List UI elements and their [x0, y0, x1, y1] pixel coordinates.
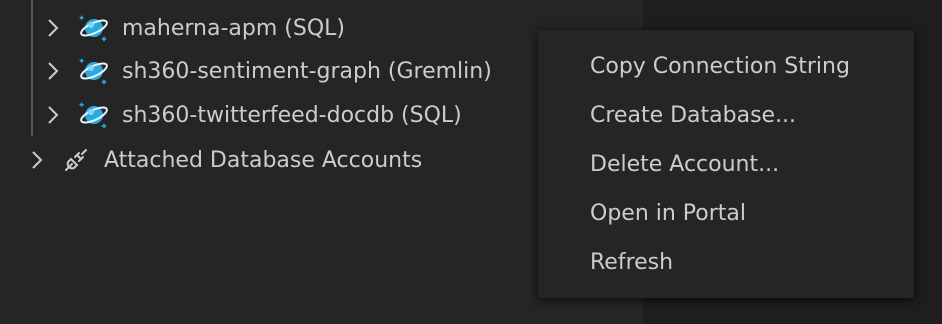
account-label: sh360-sentiment-graph (Gremlin) — [122, 58, 492, 84]
explorer-view: maherna-apm (SQL) sh360-sentiment-graph … — [0, 0, 942, 324]
menu-item-refresh[interactable]: Refresh — [538, 238, 914, 287]
tree-item-account[interactable]: maherna-apm (SQL) — [42, 6, 345, 50]
cosmos-db-icon — [78, 12, 110, 44]
plug-icon — [62, 146, 90, 174]
tree-item-account[interactable]: sh360-twitterfeed-docdb (SQL) — [42, 93, 462, 137]
menu-item-copy-connection-string[interactable]: Copy Connection String — [538, 42, 914, 91]
tree-item-account[interactable]: sh360-sentiment-graph (Gremlin) — [42, 49, 492, 93]
chevron-right-icon[interactable] — [42, 104, 64, 126]
chevron-right-icon[interactable] — [26, 149, 48, 171]
tree-item-attached-accounts[interactable]: Attached Database Accounts — [26, 138, 422, 182]
account-label: maherna-apm (SQL) — [122, 15, 345, 41]
menu-item-open-in-portal[interactable]: Open in Portal — [538, 189, 914, 238]
cosmos-db-icon — [78, 55, 110, 87]
chevron-right-icon[interactable] — [42, 17, 64, 39]
menu-item-create-database[interactable]: Create Database... — [538, 91, 914, 140]
account-label: sh360-twitterfeed-docdb (SQL) — [122, 102, 462, 128]
attached-accounts-label: Attached Database Accounts — [104, 147, 423, 173]
cosmos-db-icon — [78, 99, 110, 131]
menu-item-delete-account[interactable]: Delete Account... — [538, 140, 914, 189]
tree-indent-guide — [31, 0, 33, 136]
chevron-right-icon[interactable] — [42, 60, 64, 82]
context-menu: Copy Connection String Create Database..… — [538, 30, 914, 298]
